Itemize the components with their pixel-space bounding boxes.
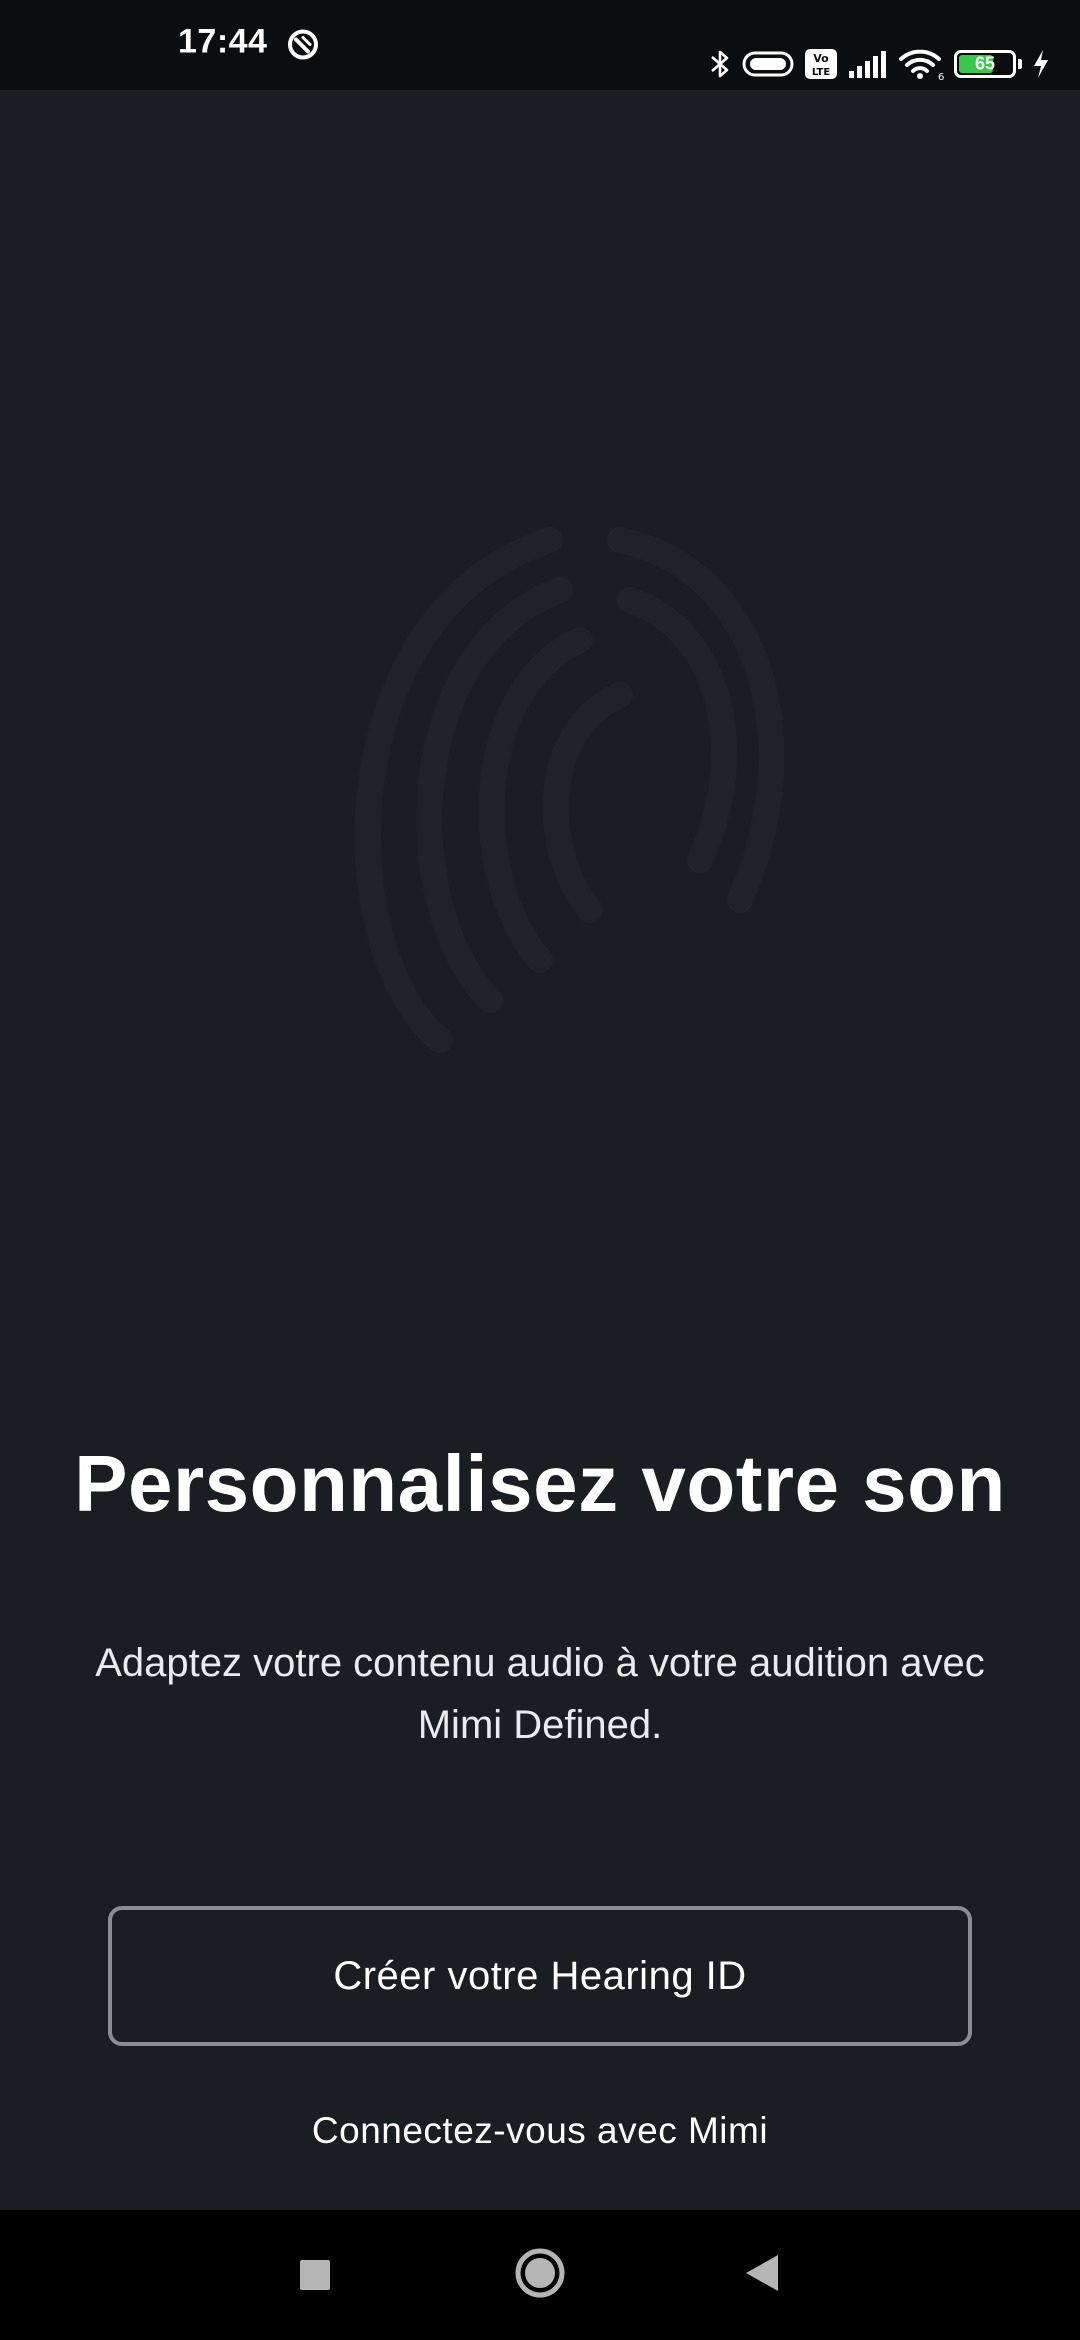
battery-tip xyxy=(1018,59,1022,69)
status-bar: 17:44 Vo LTE 6 65 xyxy=(0,0,1080,90)
recents-button[interactable] xyxy=(270,2230,360,2320)
svg-text:LTE: LTE xyxy=(812,67,831,78)
connect-with-mimi-link[interactable]: Connectez-vous avec Mimi xyxy=(0,2110,1080,2152)
page-subtitle: Adaptez votre contenu audio à votre audi… xyxy=(95,1641,985,1747)
home-button[interactable] xyxy=(495,2230,585,2320)
create-hearing-id-button[interactable]: Créer votre Hearing ID xyxy=(108,1906,972,2046)
page-title: Personnalisez votre son xyxy=(74,1439,1006,1528)
background-logo-icon xyxy=(290,480,850,1085)
recents-icon xyxy=(300,2260,330,2290)
back-icon xyxy=(744,2253,780,2298)
bluetooth-icon xyxy=(708,47,732,81)
app-screen: 17:44 Vo LTE 6 65 Personnalisez votre so… xyxy=(0,0,1080,2340)
home-icon xyxy=(513,2246,567,2305)
data-saver-icon xyxy=(286,28,320,67)
status-icons: Vo LTE 6 65 xyxy=(708,47,1050,81)
back-button[interactable] xyxy=(717,2230,807,2320)
battery-indicator: 65 xyxy=(954,50,1016,78)
navigation-bar xyxy=(0,2210,1080,2340)
svg-text:Vo: Vo xyxy=(813,52,829,65)
status-time: 17:44 xyxy=(178,22,268,61)
battery-level: 65 xyxy=(974,53,996,74)
wifi-icon: 6 xyxy=(898,47,944,81)
battery-icon: 65 xyxy=(954,50,1022,78)
cellular-signal-icon xyxy=(848,49,888,79)
vpn-pill-icon xyxy=(742,49,794,79)
svg-text:6: 6 xyxy=(938,72,944,81)
volte-icon: Vo LTE xyxy=(804,48,838,80)
charging-icon xyxy=(1032,49,1050,79)
